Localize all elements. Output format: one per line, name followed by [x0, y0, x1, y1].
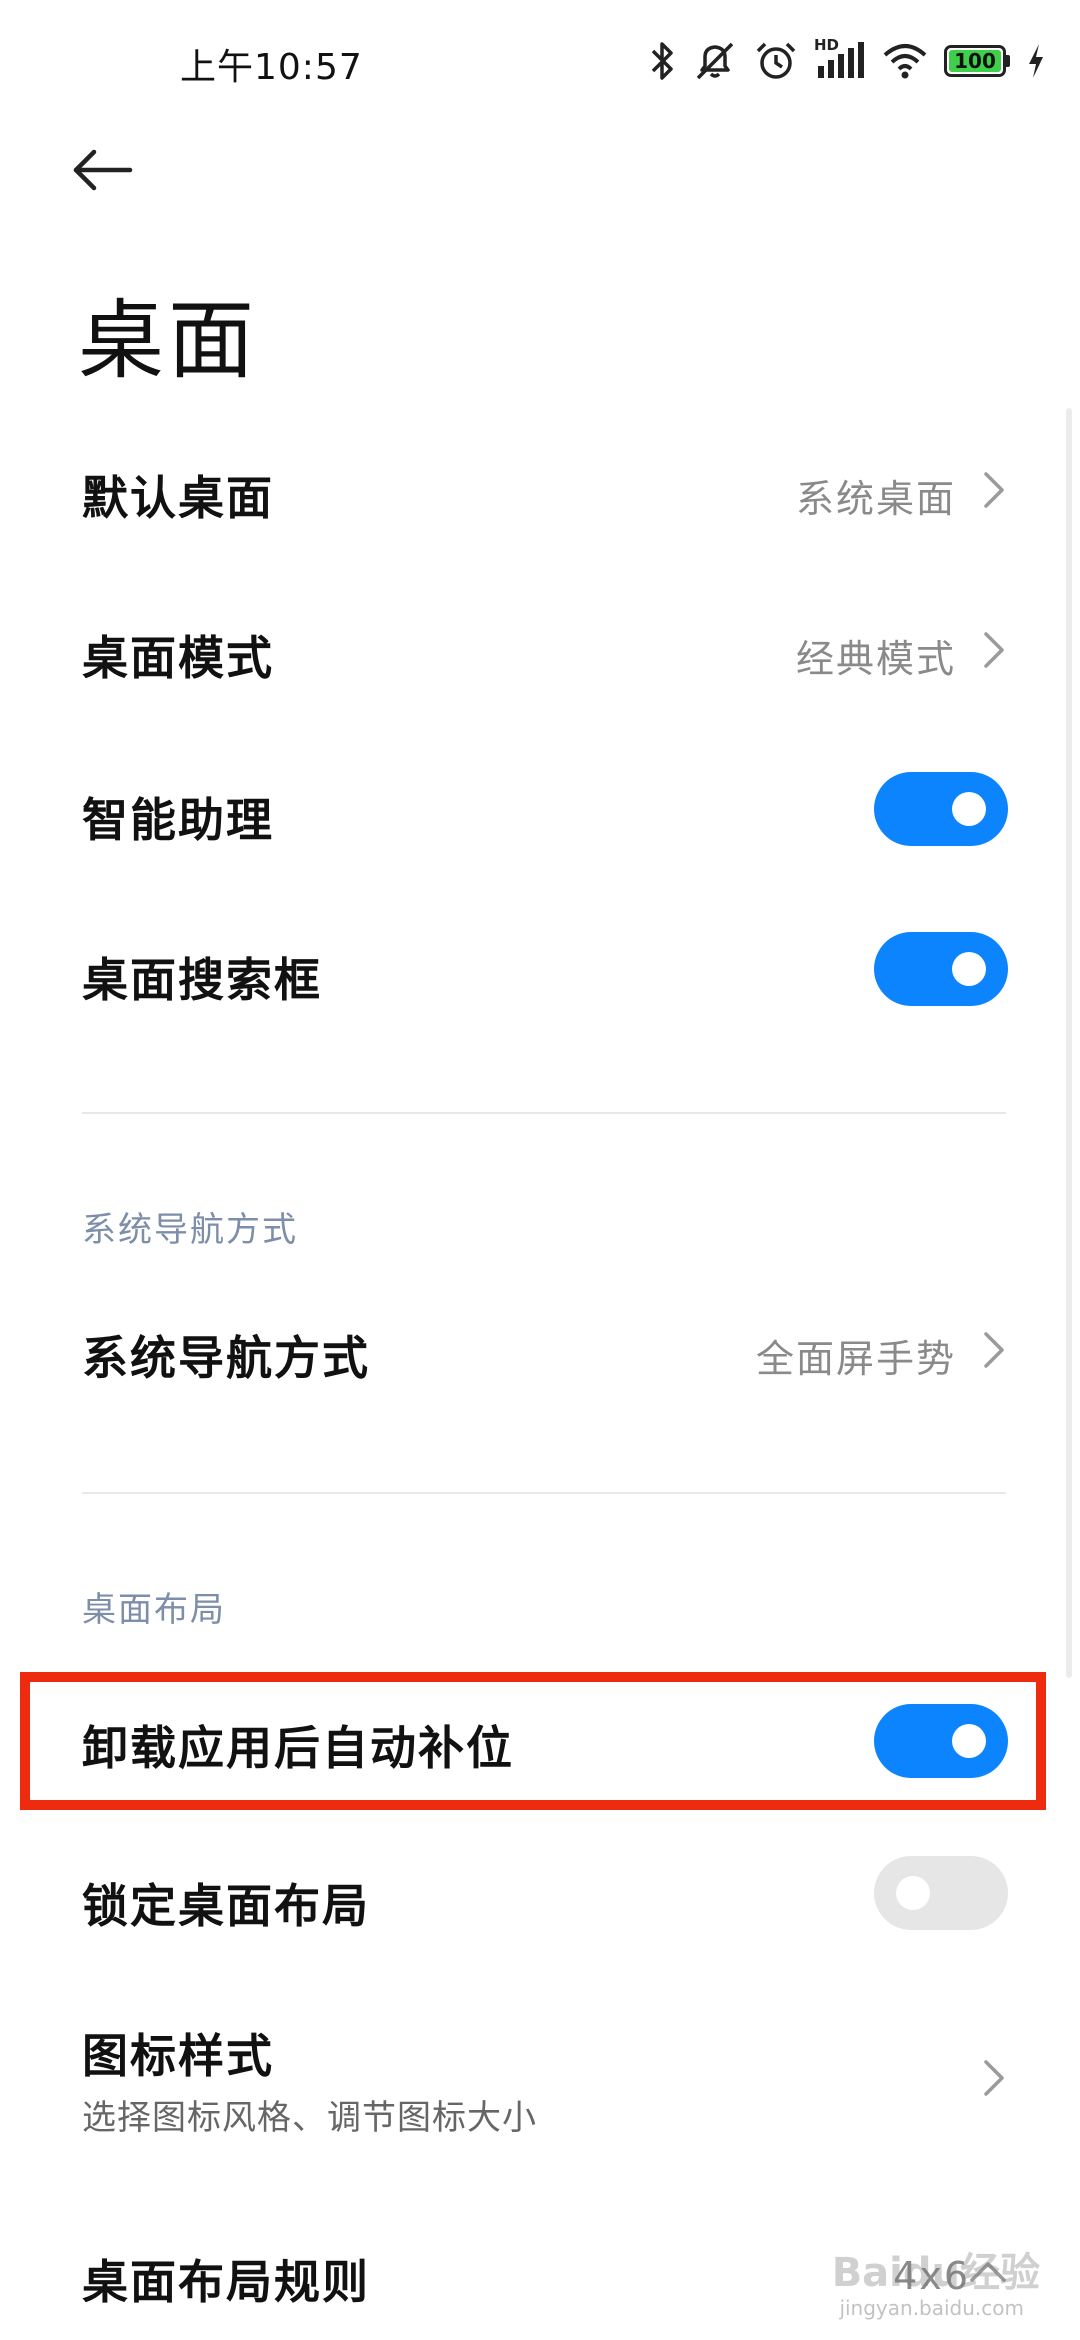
- chevron-right-icon: [984, 632, 1004, 668]
- watermark-url: jingyan.baidu.com: [839, 2296, 1024, 2320]
- default-launcher-value: 系统桌面: [795, 477, 956, 521]
- chevron-right-icon: [984, 2060, 1004, 2096]
- navigation-mode-label: 系统导航方式: [82, 1331, 370, 1385]
- back-arrow-icon: [73, 149, 133, 191]
- signal-indicator: HD: [814, 36, 866, 82]
- section-header-navigation: 系统导航方式: [82, 1210, 298, 1250]
- divider: [82, 1112, 1006, 1114]
- icon-style-label: 图标样式: [82, 2029, 274, 2083]
- status-time: 上午10:57: [180, 47, 363, 88]
- alarm-icon: [756, 42, 796, 79]
- section-header-layout: 桌面布局: [82, 1590, 226, 1630]
- chevron-right-icon: [984, 1332, 1004, 1368]
- default-launcher-row[interactable]: 默认桌面 系统桌面: [0, 430, 1080, 550]
- status-bar: 上午10:57 HD 100: [0, 0, 1080, 120]
- launcher-mode-label: 桌面模式: [82, 631, 274, 685]
- lock-layout-row: 锁定桌面布局: [0, 1832, 1080, 1952]
- launcher-mode-row[interactable]: 桌面模式 经典模式: [0, 590, 1080, 710]
- navigation-mode-value: 全面屏手势: [755, 1337, 956, 1381]
- settings-screen: 上午10:57 HD 100 桌面 默认桌面 系统桌面 桌面模式 经典模式 智能…: [0, 0, 1080, 2340]
- lock-layout-toggle[interactable]: [874, 1856, 1008, 1930]
- icon-style-description: 选择图标风格、调节图标大小: [82, 2098, 537, 2138]
- lock-layout-label: 锁定桌面布局: [82, 1879, 370, 1933]
- divider: [82, 1492, 1006, 1494]
- battery-icon: 100: [944, 45, 1010, 77]
- battery-level: 100: [949, 50, 1001, 72]
- signal-icon: [818, 42, 864, 78]
- search-bar-row: 桌面搜索框: [0, 912, 1080, 1032]
- highlight-box: [20, 1672, 1046, 1810]
- status-icons: HD 100: [650, 36, 1046, 86]
- smart-assistant-label: 智能助理: [82, 793, 274, 847]
- back-button[interactable]: [70, 140, 150, 200]
- search-bar-label: 桌面搜索框: [82, 953, 322, 1007]
- wifi-icon: [883, 44, 927, 79]
- layout-rule-label: 桌面布局规则: [82, 2255, 370, 2309]
- charging-icon: [1029, 44, 1043, 78]
- icon-style-row[interactable]: 图标样式 选择图标风格、调节图标大小: [0, 1990, 1080, 2160]
- default-launcher-label: 默认桌面: [82, 471, 274, 525]
- page-title: 桌面: [78, 291, 258, 391]
- mute-icon: [696, 42, 734, 80]
- chevron-right-icon: [984, 472, 1004, 508]
- navigation-mode-row[interactable]: 系统导航方式 全面屏手势: [0, 1290, 1080, 1410]
- smart-assistant-toggle[interactable]: [874, 772, 1008, 846]
- watermark-logo: Baidu经验: [831, 2250, 1040, 2296]
- search-bar-toggle[interactable]: [874, 932, 1008, 1006]
- smart-assistant-row: 智能助理: [0, 752, 1080, 872]
- launcher-mode-value: 经典模式: [795, 637, 956, 681]
- bluetooth-icon: [651, 42, 673, 80]
